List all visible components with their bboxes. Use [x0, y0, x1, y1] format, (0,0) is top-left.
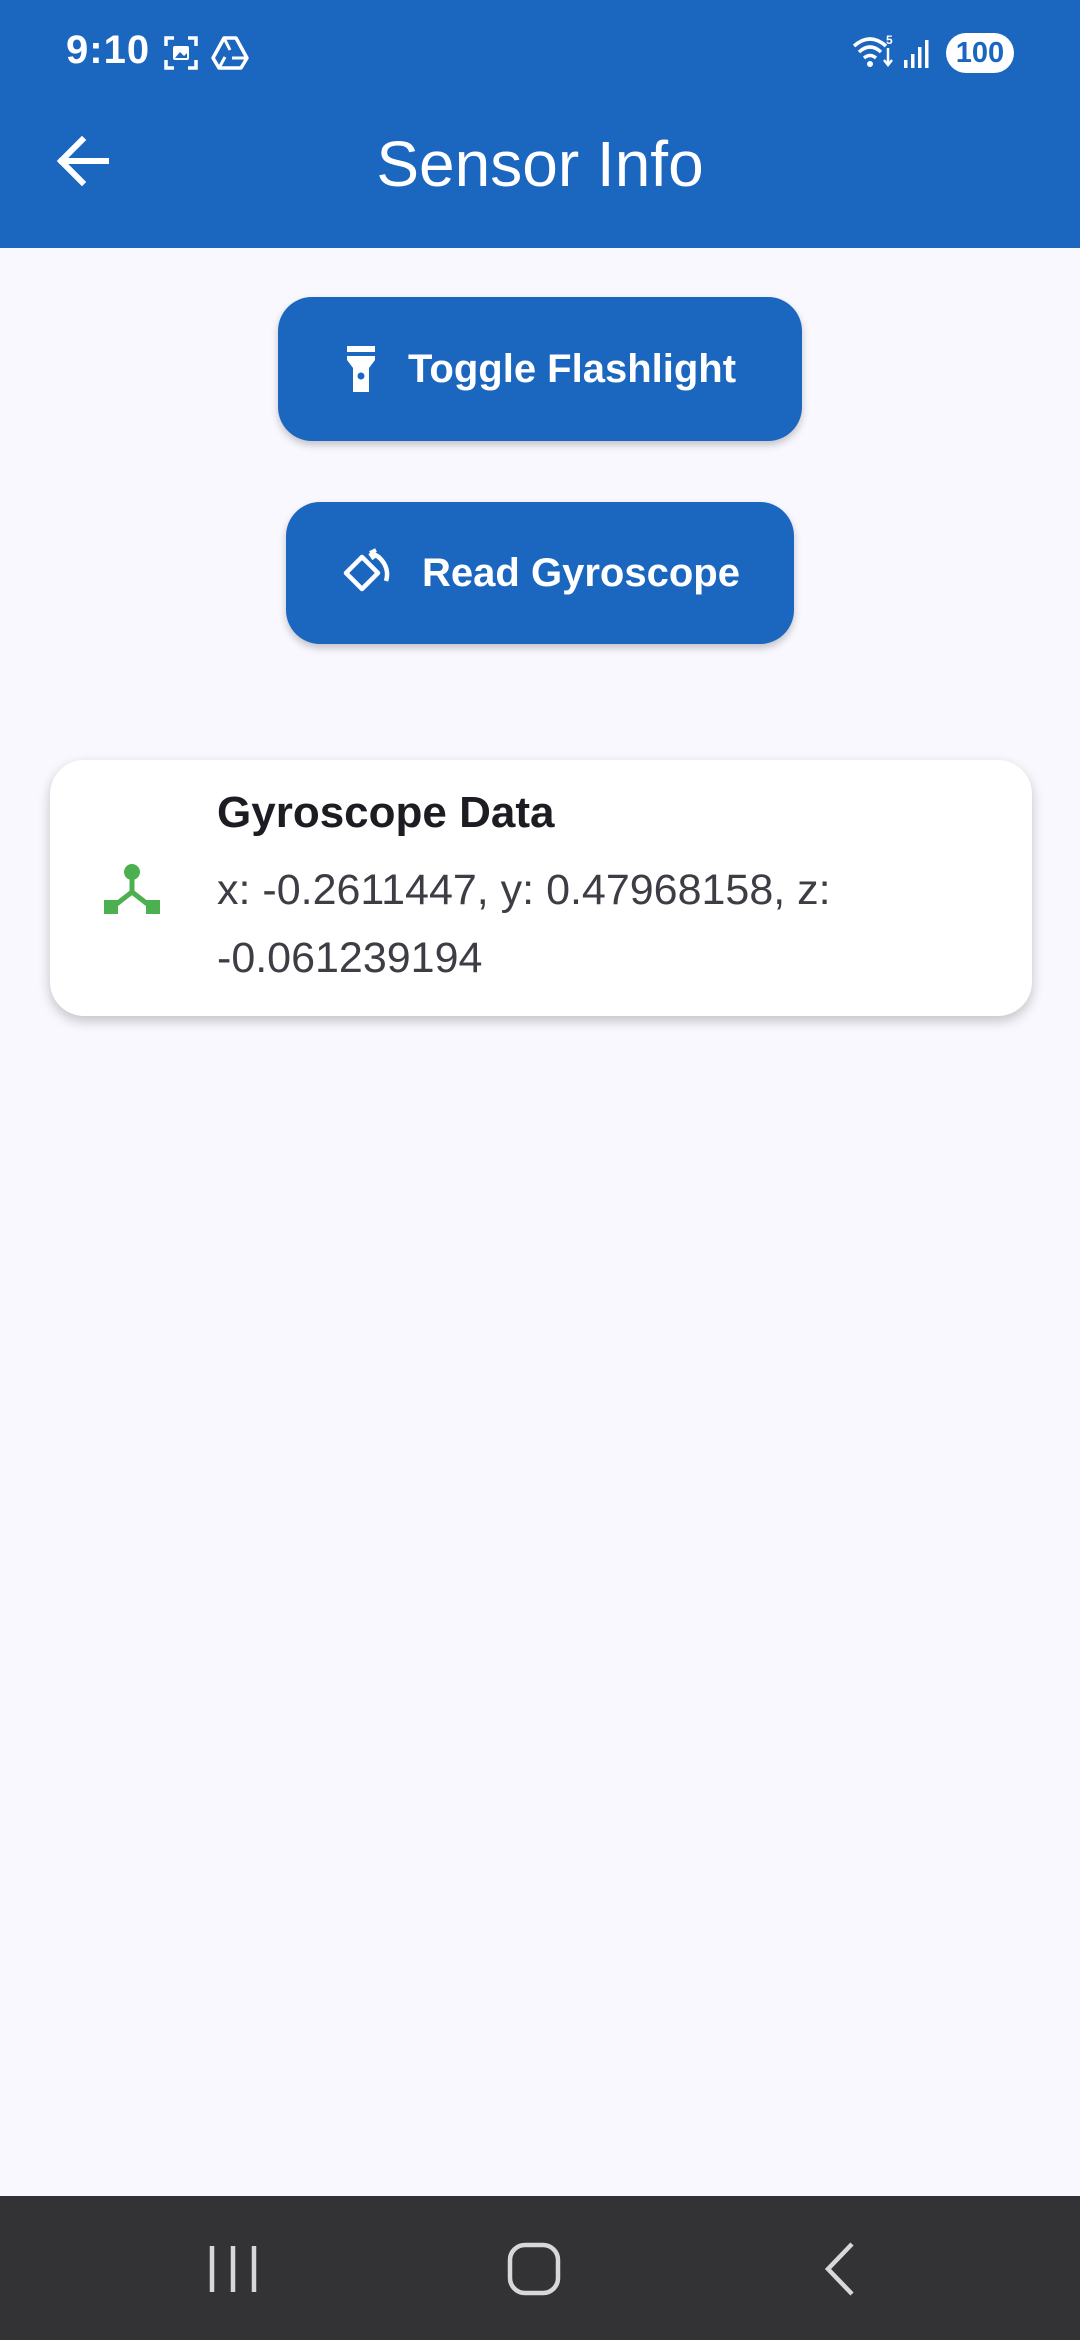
app-bar: 9:10 5 100 Sensor Info — [0, 0, 1080, 248]
read-gyroscope-label: Read Gyroscope — [422, 550, 740, 595]
rotate-icon — [343, 548, 390, 592]
flashlight-icon — [346, 346, 375, 392]
gyroscope-values: x: -0.2611447, y: 0.47968158, z: -0.0612… — [217, 866, 831, 982]
drive-icon — [211, 36, 249, 70]
page-title: Sensor Info — [376, 128, 704, 200]
status-time: 9:10 — [66, 28, 151, 72]
toggle-flashlight-button[interactable]: Toggle Flashlight — [278, 297, 802, 441]
battery-indicator: 100 — [946, 33, 1014, 73]
system-nav-bar — [0, 2196, 1080, 2340]
read-gyroscope-button[interactable]: Read Gyroscope — [286, 502, 794, 644]
home-icon[interactable] — [500, 2236, 570, 2302]
card-title: Gyroscope Data — [217, 788, 555, 837]
gyroscope-data-card: Gyroscope Data x: -0.2611447, y: 0.47968… — [50, 760, 1032, 1016]
back-icon[interactable] — [808, 2236, 878, 2302]
signal-icon — [904, 40, 929, 68]
wifi-icon: 5 — [852, 33, 893, 68]
toggle-flashlight-label: Toggle Flashlight — [407, 346, 737, 391]
device-hub-icon — [104, 864, 160, 914]
svg-text:5: 5 — [886, 33, 893, 47]
screenshot-icon — [164, 36, 198, 70]
status-bar: 9:10 5 100 — [0, 0, 1080, 106]
recents-icon[interactable] — [198, 2236, 268, 2302]
